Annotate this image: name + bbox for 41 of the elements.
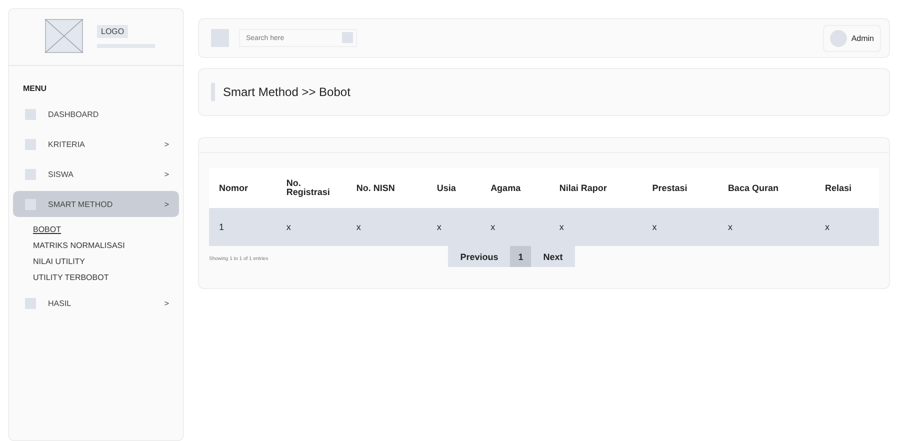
column-header: No. NISN [346,168,427,208]
table-cell: x [642,208,718,246]
menu-item[interactable]: DASHBOARD [13,101,179,127]
image-placeholder-icon [45,19,83,53]
table-cell: x [549,208,642,246]
menu-item-icon [25,108,36,120]
menu-item[interactable]: HASIL > [13,290,179,316]
table-cell: x [426,208,481,246]
submenu-item[interactable]: NILAI UTILITY [33,257,179,266]
user-chip[interactable]: Admin [823,24,881,52]
search-icon[interactable] [342,32,353,43]
column-header: Prestasi [642,168,718,208]
column-header: No. Registrasi [276,168,346,208]
table-cell: x [814,208,879,246]
menu-item-icon [25,138,36,150]
menu-item-icon [25,168,36,180]
table-cell: x [346,208,427,246]
menu-item[interactable]: SISWA > [13,161,179,187]
column-header: Nomor [209,168,276,208]
logo-text: LOGO [97,24,128,38]
submenu-item[interactable]: BOBOT [33,225,179,234]
submenu-item[interactable]: MATRIKS NORMALISASI [33,241,179,250]
column-header: Baca Quran [718,168,815,208]
menu-item[interactable]: KRITERIA > [13,131,179,157]
column-header: Nilai Rapor [549,168,642,208]
table-cell: x [276,208,346,246]
column-header: Relasi [814,168,879,208]
next-button[interactable]: Next [531,246,575,267]
column-header: Agama [480,168,550,208]
previous-button[interactable]: Previous [448,246,510,267]
breadcrumb: Smart Method >> Bobot [223,85,350,99]
avatar-icon [830,30,848,46]
table-cell: x [480,208,550,246]
menu-item-icon [25,298,36,308]
menu-heading: MENU [22,83,48,93]
column-header: Usia [426,168,481,208]
submenu-item[interactable]: UTILITY TERBOBOT [33,273,179,282]
menu-item[interactable]: SMART METHOD > [13,191,179,217]
table-cell: 1 [209,208,276,246]
table-cell: x [718,208,815,246]
page-button[interactable]: 1 [510,246,532,267]
